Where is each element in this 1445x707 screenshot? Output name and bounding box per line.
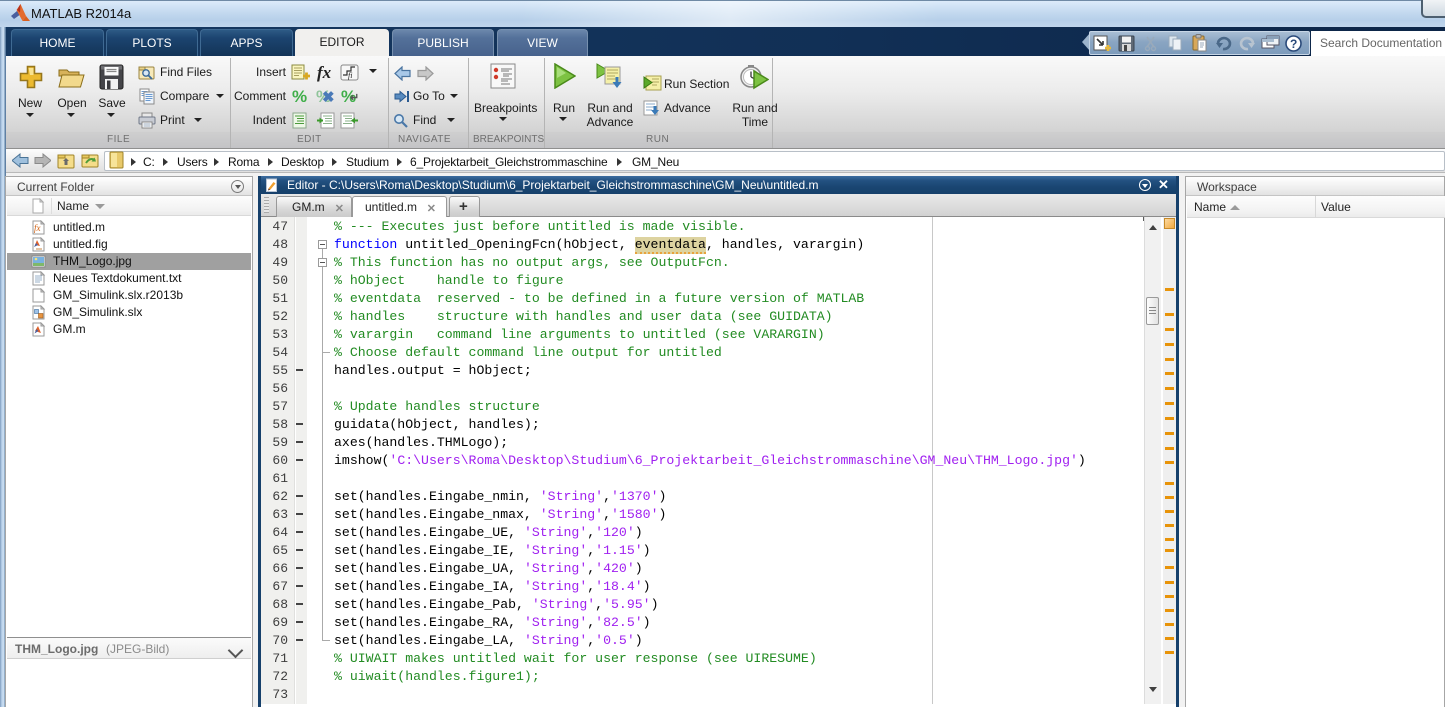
svg-text:fi: fi bbox=[348, 71, 352, 80]
svg-text:fx: fx bbox=[34, 223, 41, 233]
svg-text:?: ? bbox=[1290, 37, 1297, 51]
